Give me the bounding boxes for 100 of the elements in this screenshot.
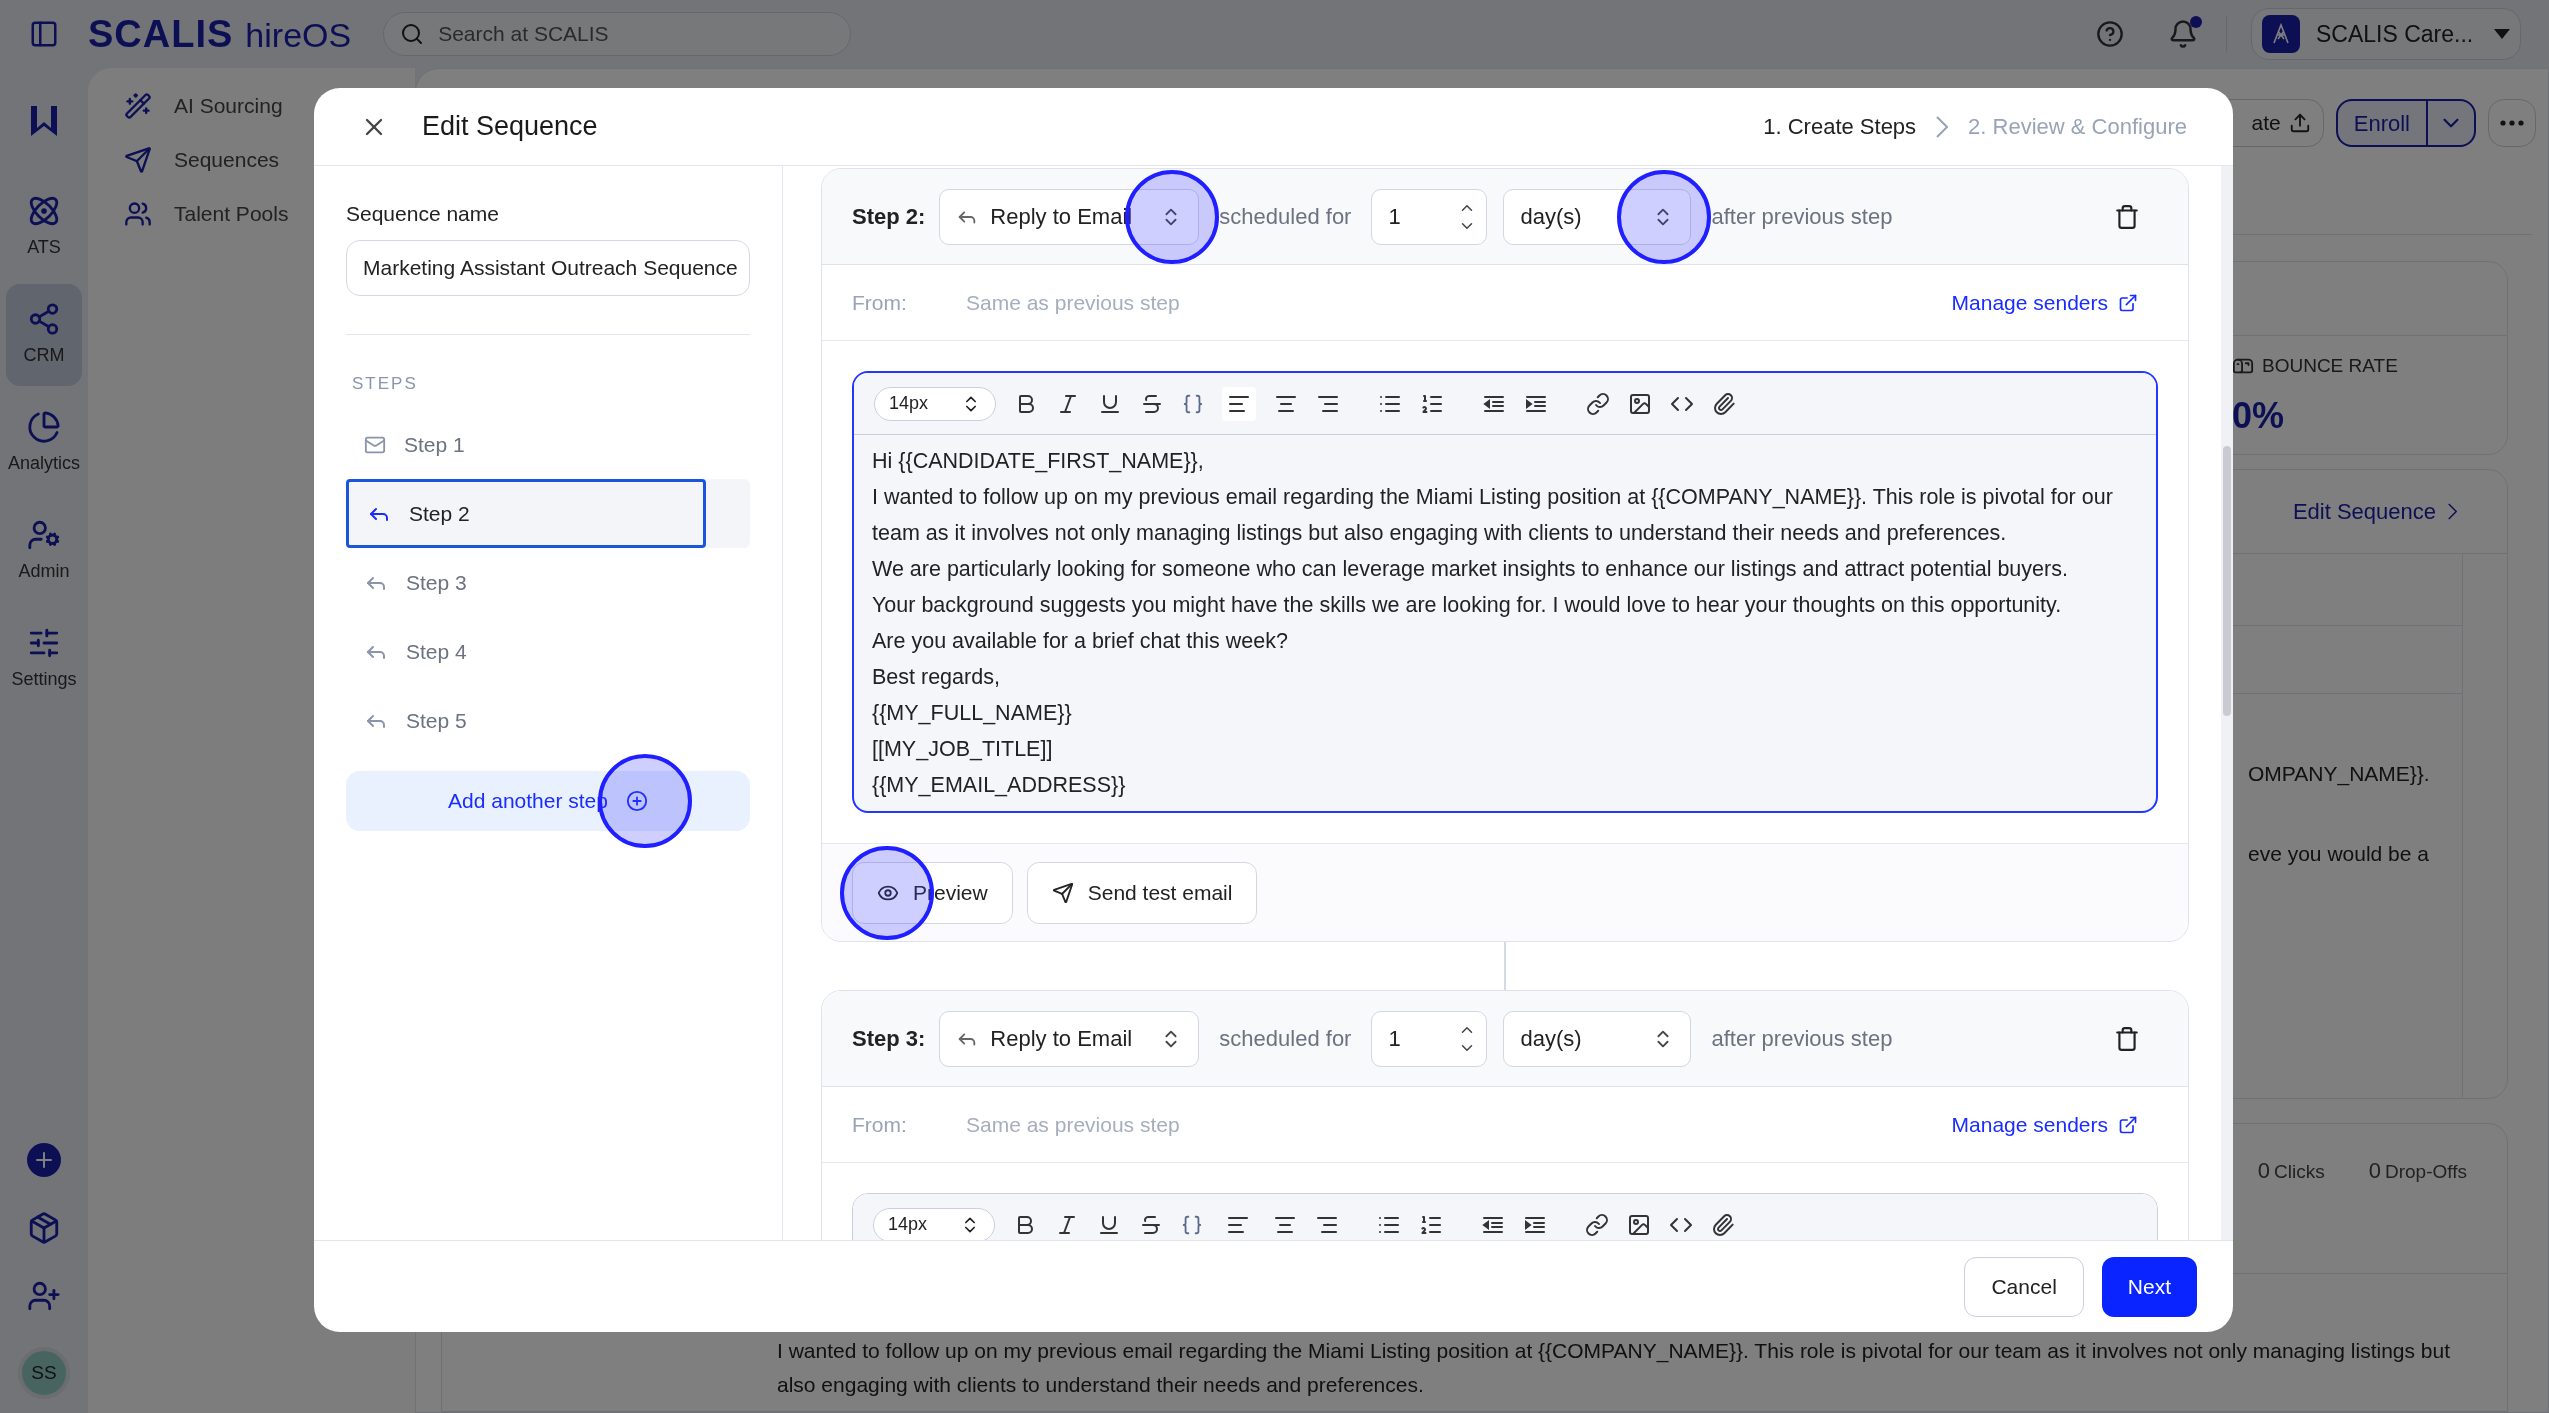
font-size-select[interactable]: 14px <box>874 386 996 421</box>
scheduled-label: scheduled for <box>1219 1025 1352 1053</box>
sequence-name-field[interactable]: Marketing Assistant Outreach Sequence <box>346 239 750 296</box>
unit-select[interactable]: day(s) <box>1503 188 1692 245</box>
email-preview-text: OMPANY_NAME}}. <box>2248 761 2431 788</box>
from-value: Same as previous step <box>966 289 1181 316</box>
field-label: Sequence name <box>346 201 500 227</box>
link-icon[interactable] <box>1586 391 1610 416</box>
step-list-item[interactable]: Step 1 <box>346 410 706 479</box>
scrollbar[interactable] <box>2221 166 2233 1240</box>
rail-item[interactable]: Settings <box>6 608 82 710</box>
sidebar-toggle-icon[interactable] <box>29 19 59 49</box>
rail-item[interactable]: ATS <box>6 176 82 278</box>
manage-senders-link[interactable]: Manage senders <box>1951 286 2138 319</box>
delay-input[interactable]: 1 <box>1371 1010 1488 1067</box>
help-icon[interactable] <box>2096 20 2124 48</box>
send-icon <box>1051 881 1074 904</box>
email-excerpt-line: I wanted to follow up on my previous email regarding the Miami Listing position at {{COMPANY_NAME}}. This role is pivotal for our team as it involves not only managing listings but <box>777 1338 2452 1365</box>
braces-icon[interactable] <box>1181 1213 1203 1236</box>
from-value: Same as previous step <box>966 1111 1181 1138</box>
bookmark-logo-icon[interactable] <box>29 104 59 138</box>
upload-icon <box>2288 112 2311 134</box>
user-plus-icon[interactable] <box>27 1279 61 1313</box>
metric: 0 Drop-Offs <box>2368 1157 2467 1185</box>
external-link-icon <box>2118 292 2138 313</box>
caret-down-icon <box>2494 29 2510 39</box>
package-icon[interactable] <box>27 1211 61 1245</box>
bell-icon[interactable] <box>2168 19 2198 49</box>
more-button[interactable] <box>2488 99 2536 147</box>
wizard-step[interactable]: 2. Review & Configure <box>1968 110 2187 143</box>
rail-item[interactable]: Admin <box>6 500 82 602</box>
image-icon[interactable] <box>1627 1212 1651 1237</box>
next-button[interactable]: Next <box>2101 1256 2197 1317</box>
paperclip-icon[interactable] <box>1712 391 1736 416</box>
search-icon <box>400 22 425 46</box>
step-list-item[interactable]: Step 5 <box>346 686 706 755</box>
stat-value: 0% <box>2232 393 2286 438</box>
from-label: From: <box>852 289 908 316</box>
email-editor[interactable] <box>852 371 2158 813</box>
enroll-split-button[interactable]: Enroll <box>2335 99 2476 147</box>
rail-item[interactable]: CRM <box>6 284 82 386</box>
step-title: Step 3: <box>852 1025 926 1053</box>
from-label: From: <box>852 1111 908 1138</box>
email-body-line: Best regards, <box>872 664 1001 691</box>
people-icon <box>124 200 152 228</box>
link-icon[interactable] <box>1585 1212 1609 1237</box>
external-link-icon <box>2118 1114 2138 1135</box>
email-excerpt-line: also engaging with clients to understand their needs and preferences. <box>777 1372 1425 1398</box>
after-label: after previous step <box>1711 203 1894 231</box>
chevron-right-icon <box>1936 115 1949 138</box>
wizard-step[interactable]: 1. Create Steps <box>1763 110 1917 143</box>
chevron-right-icon <box>2448 503 2457 520</box>
nav-item[interactable]: Sequences <box>124 144 415 176</box>
email-preview-text: eve you would be a <box>2248 840 2430 867</box>
plus-icon[interactable] <box>27 1143 61 1177</box>
paperclip-icon[interactable] <box>1711 1212 1735 1237</box>
unit-select[interactable]: day(s) <box>1503 1010 1692 1067</box>
image-icon[interactable] <box>1628 391 1652 416</box>
align-left-button[interactable] <box>1222 386 1256 421</box>
email-body-line: [[MY_JOB_TITLE]] <box>872 736 1054 763</box>
trash-icon[interactable] <box>2114 1025 2140 1052</box>
user-avatar[interactable]: SS <box>18 1347 70 1399</box>
step-type-select[interactable]: Reply to Email <box>939 1010 1200 1067</box>
plus-circle-icon <box>625 790 648 812</box>
email-body-line: Your background suggests you might have the skills we are looking for. I would love to hear your thoughts on this opportunity. <box>872 592 2063 619</box>
logo[interactable]: SCALIS hireOS <box>88 5 352 63</box>
font-size-select[interactable]: 14px <box>873 1207 995 1240</box>
paper-plane-icon <box>124 146 152 174</box>
email-body-line: I wanted to follow up on my previous email regarding the Miami Listing position at {{COMPANY_NAME}}. This role is pivotal for our team as it involves not only managing listings but also engaging with clients to understand their needs and preferences. <box>872 484 2114 547</box>
trash-icon[interactable] <box>2114 203 2140 230</box>
search-field[interactable]: Search at SCALIS <box>383 12 852 56</box>
after-label: after previous step <box>1711 1025 1894 1053</box>
manage-senders-link[interactable]: Manage senders <box>1951 1108 2138 1141</box>
edit-sequence-link[interactable]: Edit Sequence <box>2292 495 2457 528</box>
share-nodes-icon <box>27 301 61 336</box>
scheduled-label: scheduled for <box>1219 203 1352 231</box>
cancel-button[interactable]: Cancel <box>1964 1256 2084 1317</box>
email-editor[interactable]: 14px <box>852 1193 2158 1240</box>
dialog-title: Edit Sequence <box>422 110 599 144</box>
metric: 0 Clicks <box>2257 1157 2325 1185</box>
step-list-item[interactable]: Step 2 <box>346 479 706 548</box>
send-test-email-button[interactable]: Send test email <box>1026 861 1258 924</box>
account-switcher[interactable]: SCALIS Care... <box>2251 8 2521 60</box>
magic-wand-icon <box>124 92 152 120</box>
email-body-line: {{MY_FULL_NAME}} <box>872 700 1073 727</box>
email-body-line: We are particularly looking for someone who can leverage market insights to enhance our listings and attract potential buyers. <box>872 556 2069 583</box>
rail-item[interactable]: Analytics <box>6 392 82 494</box>
delay-input[interactable]: 1 <box>1371 188 1488 245</box>
email-body-line: Are you available for a brief chat this week? <box>872 628 1289 655</box>
email-body-line: {{MY_EMAIL_ADDRESS}} <box>872 772 1127 799</box>
braces-icon[interactable] <box>1182 392 1204 415</box>
step-title: Step 2: <box>852 203 926 231</box>
pie-chart-icon <box>27 409 61 444</box>
steps-heading: STEPS <box>352 372 419 395</box>
stat-label: BOUNCE RATE <box>2232 352 2487 381</box>
email-body-line: Hi {{CANDIDATE_FIRST_NAME}}, <box>872 448 1205 475</box>
step-list-item[interactable]: Step 4 <box>346 617 706 686</box>
nav-item[interactable]: AI Sourcing <box>124 90 415 122</box>
step-list-item[interactable]: Step 3 <box>346 548 706 617</box>
company-logo-icon <box>2262 15 2300 53</box>
